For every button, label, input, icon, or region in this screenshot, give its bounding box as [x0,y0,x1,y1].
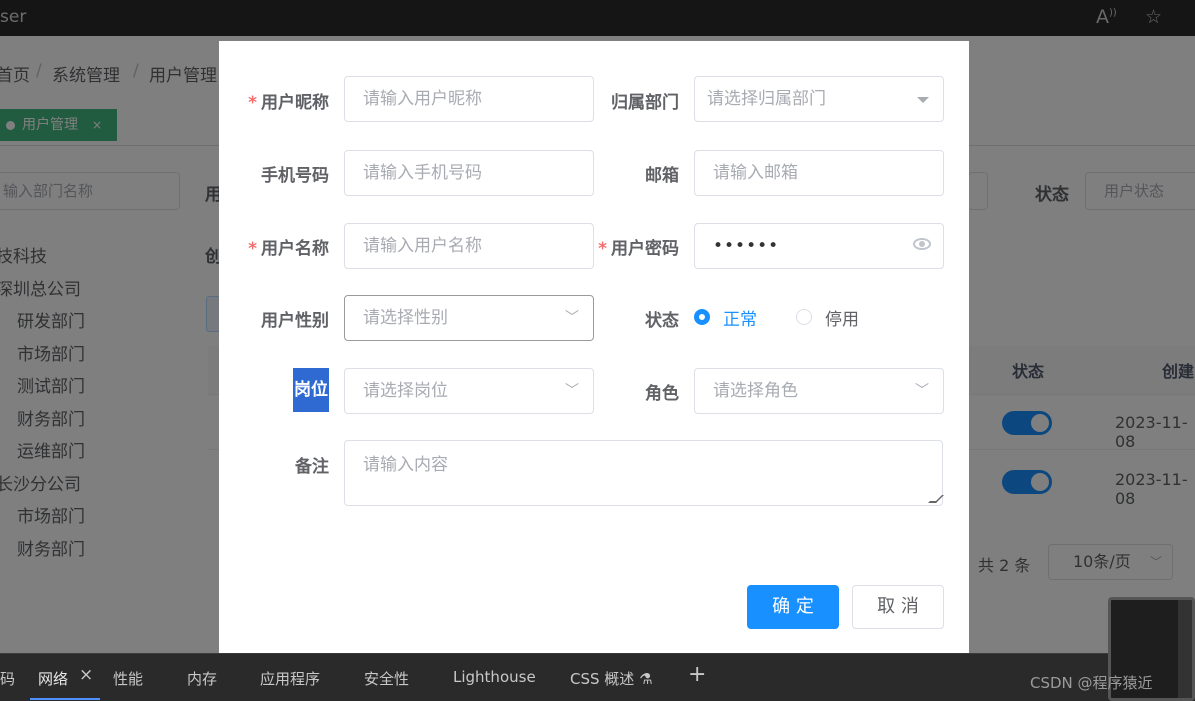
phone-input[interactable]: 请输入手机号码 [344,150,594,196]
username-input[interactable]: 请输入用户名称 [344,223,594,269]
caret-down-icon [917,97,929,103]
dept-select[interactable]: 请选择归属部门 [694,76,944,122]
status-label: 状态 [645,311,679,331]
flask-icon: ⚗ [639,670,653,688]
password-label: * 用户密码 [598,239,679,259]
tab-css-overview[interactable]: CSS 概述 ⚗ [570,668,653,689]
chevron-down-icon: ﹀ [565,383,579,399]
role-label: 角色 [645,384,679,404]
sex-label: 用户性别 [261,311,329,331]
add-tab-icon[interactable]: + [688,662,706,687]
radio-disabled[interactable] [796,309,812,325]
tab-network[interactable]: 网络 [38,668,68,689]
chevron-down-icon: ﹀ [915,383,929,399]
cancel-button[interactable]: 取 消 [852,585,944,629]
devtools-tabbar: 码 网络 × 性能 内存 应用程序 安全性 Lighthouse CSS 概述 … [0,653,1195,701]
tab-performance[interactable]: 性能 [113,668,143,689]
post-select[interactable]: 请选择岗位 ﹀ [344,368,594,414]
chevron-down-icon: ﹀ [565,310,579,326]
eye-icon[interactable] [913,238,931,250]
email-label: 邮箱 [645,166,679,186]
tab-security[interactable]: 安全性 [364,668,409,689]
tab-memory[interactable]: 内存 [187,668,217,689]
phone-label: 手机号码 [261,166,329,186]
password-input[interactable]: •••••• [694,223,944,269]
post-label: 岗位 [293,368,329,412]
radio-disabled-label[interactable]: 停用 [825,305,859,330]
username-label: * 用户名称 [248,239,329,259]
user-edit-dialog: * 用户昵称 请输入用户昵称 归属部门 请选择归属部门 手机号码 请输入手机号码 … [219,41,969,653]
watermark: CSDN @程序猿近 [1030,674,1153,692]
close-icon[interactable]: × [79,665,93,685]
active-tab-indicator [30,698,100,700]
role-select[interactable]: 请选择角色 ﹀ [694,368,944,414]
remark-label: 备注 [295,457,329,477]
nickname-label: * 用户昵称 [248,93,329,113]
radio-normal[interactable] [694,309,710,325]
radio-normal-label[interactable]: 正常 [723,305,757,330]
tab-lighthouse[interactable]: Lighthouse [453,668,536,686]
confirm-button[interactable]: 确 定 [747,585,839,629]
sex-select[interactable]: 请选择性别 ﹀ [344,295,594,341]
tab-sources[interactable]: 码 [0,668,15,689]
resize-handle-icon[interactable] [928,495,944,503]
remark-textarea[interactable]: 请输入内容 [344,440,944,506]
nickname-input[interactable]: 请输入用户昵称 [344,76,594,122]
email-input[interactable]: 请输入邮箱 [694,150,944,196]
tab-application[interactable]: 应用程序 [260,668,320,689]
dept-label: 归属部门 [611,93,679,113]
